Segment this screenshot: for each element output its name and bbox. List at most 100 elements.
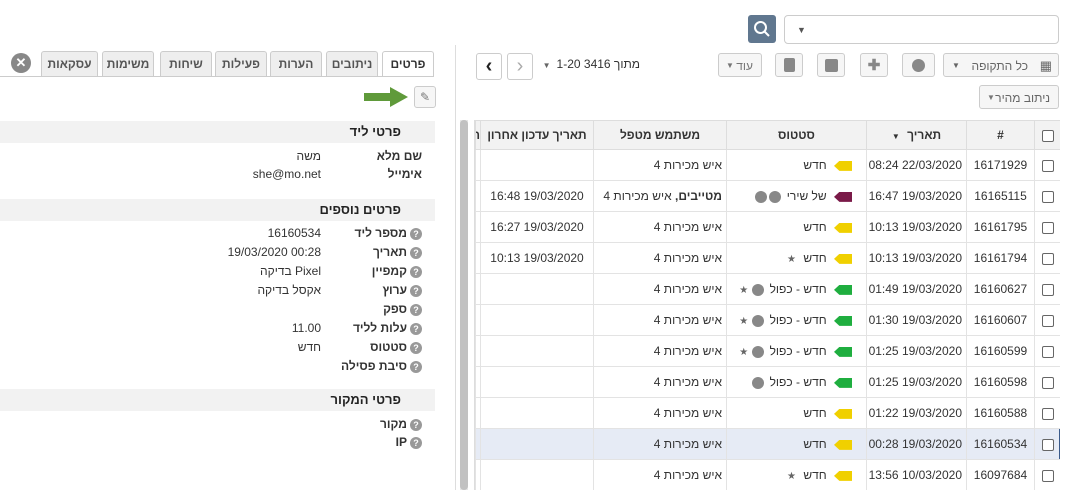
row-checkbox[interactable]	[1034, 149, 1060, 181]
status-tag-icon	[834, 160, 852, 171]
email-value[interactable]: she@mo.net	[253, 167, 321, 181]
table-row[interactable]: 16160607 19/03/2020 01:30 חדש - כפול ★ איש…	[475, 304, 1060, 336]
help-icon[interactable]: ?	[410, 227, 422, 240]
help-icon[interactable]: ?	[410, 436, 422, 449]
cell-extra	[475, 335, 481, 367]
search-input[interactable]: ▼	[784, 15, 1059, 44]
table-row[interactable]: 16161795 19/03/2020 10:13 חדש איש מכירות …	[475, 211, 1060, 243]
row-checkbox[interactable]	[1034, 242, 1060, 274]
row-checkbox[interactable]	[1034, 428, 1060, 460]
plus-icon: ✚	[867, 57, 881, 74]
row-checkbox[interactable]	[1034, 211, 1060, 243]
field-campaign: קמפיין? בדיקה Pixel	[0, 264, 435, 280]
cell-date: 19/03/2020 01:25	[866, 366, 967, 398]
col-header-extra[interactable]: ת	[475, 120, 481, 150]
help-icon[interactable]: ?	[410, 284, 422, 297]
row-checkbox[interactable]	[1034, 304, 1060, 336]
paging-text: 1-20 מתוך 3416	[556, 57, 640, 71]
tab-6[interactable]: עסקאות	[41, 51, 98, 76]
select-all-checkbox[interactable]	[1034, 120, 1060, 150]
col-header-status[interactable]: סטטוס	[726, 120, 867, 150]
tab-2[interactable]: הערות	[270, 51, 322, 76]
cell-extra	[475, 428, 481, 460]
prev-page-button[interactable]: ‹	[476, 53, 502, 80]
tab-3[interactable]: פעילות	[215, 51, 267, 76]
chat-icon[interactable]	[752, 376, 765, 389]
help-icon[interactable]: ?	[410, 360, 422, 373]
help-icon[interactable]: ?	[410, 265, 422, 278]
table-row[interactable]: 16165115 19/03/2020 16:47 של שירי מטייבים…	[475, 180, 1060, 212]
calendar-icon: ▦	[1039, 58, 1052, 73]
eye-icon[interactable]	[755, 190, 768, 203]
star-icon[interactable]: ★	[739, 316, 748, 327]
status-tag-icon	[834, 346, 852, 357]
full-name-value: משה	[296, 149, 322, 163]
cell-date: 19/03/2020 01:30	[866, 304, 967, 336]
edit-button[interactable]: ✎	[414, 86, 436, 108]
star-icon[interactable]: ★	[787, 254, 796, 265]
close-icon[interactable]: ✕	[11, 53, 31, 73]
cell-date: 19/03/2020 16:47	[866, 180, 967, 212]
download-button[interactable]	[817, 53, 845, 77]
panel-splitter[interactable]	[455, 45, 456, 490]
help-icon[interactable]: ?	[410, 341, 422, 354]
chat-icon[interactable]	[769, 190, 782, 203]
next-page-button[interactable]: ›	[507, 53, 533, 80]
chat-icon[interactable]	[752, 283, 765, 296]
help-icon[interactable]: ?	[410, 303, 422, 316]
more-dropdown[interactable]: ▼ עוד	[718, 53, 762, 77]
status-tag-icon	[834, 284, 852, 295]
cell-id: 16160607	[966, 304, 1035, 336]
table-row[interactable]: 16160588 19/03/2020 01:22 חדש איש מכירות …	[475, 397, 1060, 429]
star-icon[interactable]: ★	[739, 285, 748, 296]
help-icon[interactable]: ?	[410, 246, 422, 259]
chat-icon[interactable]	[752, 314, 765, 327]
tab-1[interactable]: ניתובים	[326, 51, 378, 76]
col-header-date[interactable]: תאריך ▼	[866, 120, 967, 150]
table-row[interactable]: 16097684 10/03/2020 13:56 חדש ★ איש מכירות…	[475, 459, 1060, 490]
add-button[interactable]: ✚	[860, 53, 888, 77]
cell-date: 19/03/2020 00:28	[866, 428, 967, 460]
row-checkbox[interactable]	[1034, 180, 1060, 212]
star-icon[interactable]: ★	[739, 347, 748, 358]
table-row[interactable]: 16171929 22/03/2020 08:24 חדש איש מכירות …	[475, 149, 1060, 181]
chat-icon[interactable]	[752, 345, 765, 358]
chevron-down-icon: ▼	[726, 61, 734, 70]
cell-date: 10/03/2020 13:56	[866, 459, 967, 490]
row-checkbox[interactable]	[1034, 335, 1060, 367]
cell-handler: איש מכירות 4	[593, 335, 727, 367]
scrollbar-thumb[interactable]	[460, 120, 468, 490]
col-header-handler[interactable]: משתמש מטפל	[593, 120, 727, 150]
table-row[interactable]: 16160627 19/03/2020 01:49 חדש - כפול ★ איש…	[475, 273, 1060, 305]
col-header-last-update[interactable]: תאריך עדכון אחרון	[480, 120, 594, 150]
cell-extra	[475, 242, 481, 274]
paging-dropdown[interactable]: ▼ 1-20 מתוך 3416	[540, 57, 640, 73]
tab-4[interactable]: שיחות	[160, 51, 212, 76]
row-checkbox[interactable]	[1034, 459, 1060, 490]
row-checkbox[interactable]	[1034, 273, 1060, 305]
tab-0[interactable]: פרטים	[382, 51, 434, 77]
tab-5[interactable]: משימות	[102, 51, 154, 76]
row-checkbox[interactable]	[1034, 397, 1060, 429]
search-button[interactable]	[748, 15, 776, 43]
star-icon[interactable]: ★	[787, 471, 796, 482]
row-checkbox[interactable]	[1034, 366, 1060, 398]
cell-id: 16160627	[966, 273, 1035, 305]
delete-button[interactable]	[775, 53, 803, 77]
status-tag-icon	[834, 191, 852, 202]
status-tag-icon	[834, 315, 852, 326]
table-row[interactable]: 16161794 19/03/2020 10:13 חדש ★ איש מכירות…	[475, 242, 1060, 274]
cell-last-update	[480, 428, 594, 460]
table-row[interactable]: 16160599 19/03/2020 01:25 חדש - כפול ★ איש…	[475, 335, 1060, 367]
refresh-button[interactable]	[902, 53, 935, 77]
period-dropdown[interactable]: ▼ כל התקופה ▦	[943, 53, 1059, 77]
table-row[interactable]: 16160534 19/03/2020 00:28 חדש איש מכירות …	[475, 428, 1060, 460]
help-icon[interactable]: ?	[410, 322, 422, 335]
table-row[interactable]: 16160598 19/03/2020 01:25 חדש - כפול איש …	[475, 366, 1060, 398]
quick-filter-dropdown[interactable]: ▼ ניתוב מהיר	[979, 85, 1059, 109]
col-header-id[interactable]: #	[966, 120, 1035, 150]
cell-handler: איש מכירות 4	[593, 366, 727, 398]
cell-status: חדש	[726, 397, 867, 429]
cell-status: חדש	[726, 428, 867, 460]
help-icon[interactable]: ?	[410, 418, 422, 431]
